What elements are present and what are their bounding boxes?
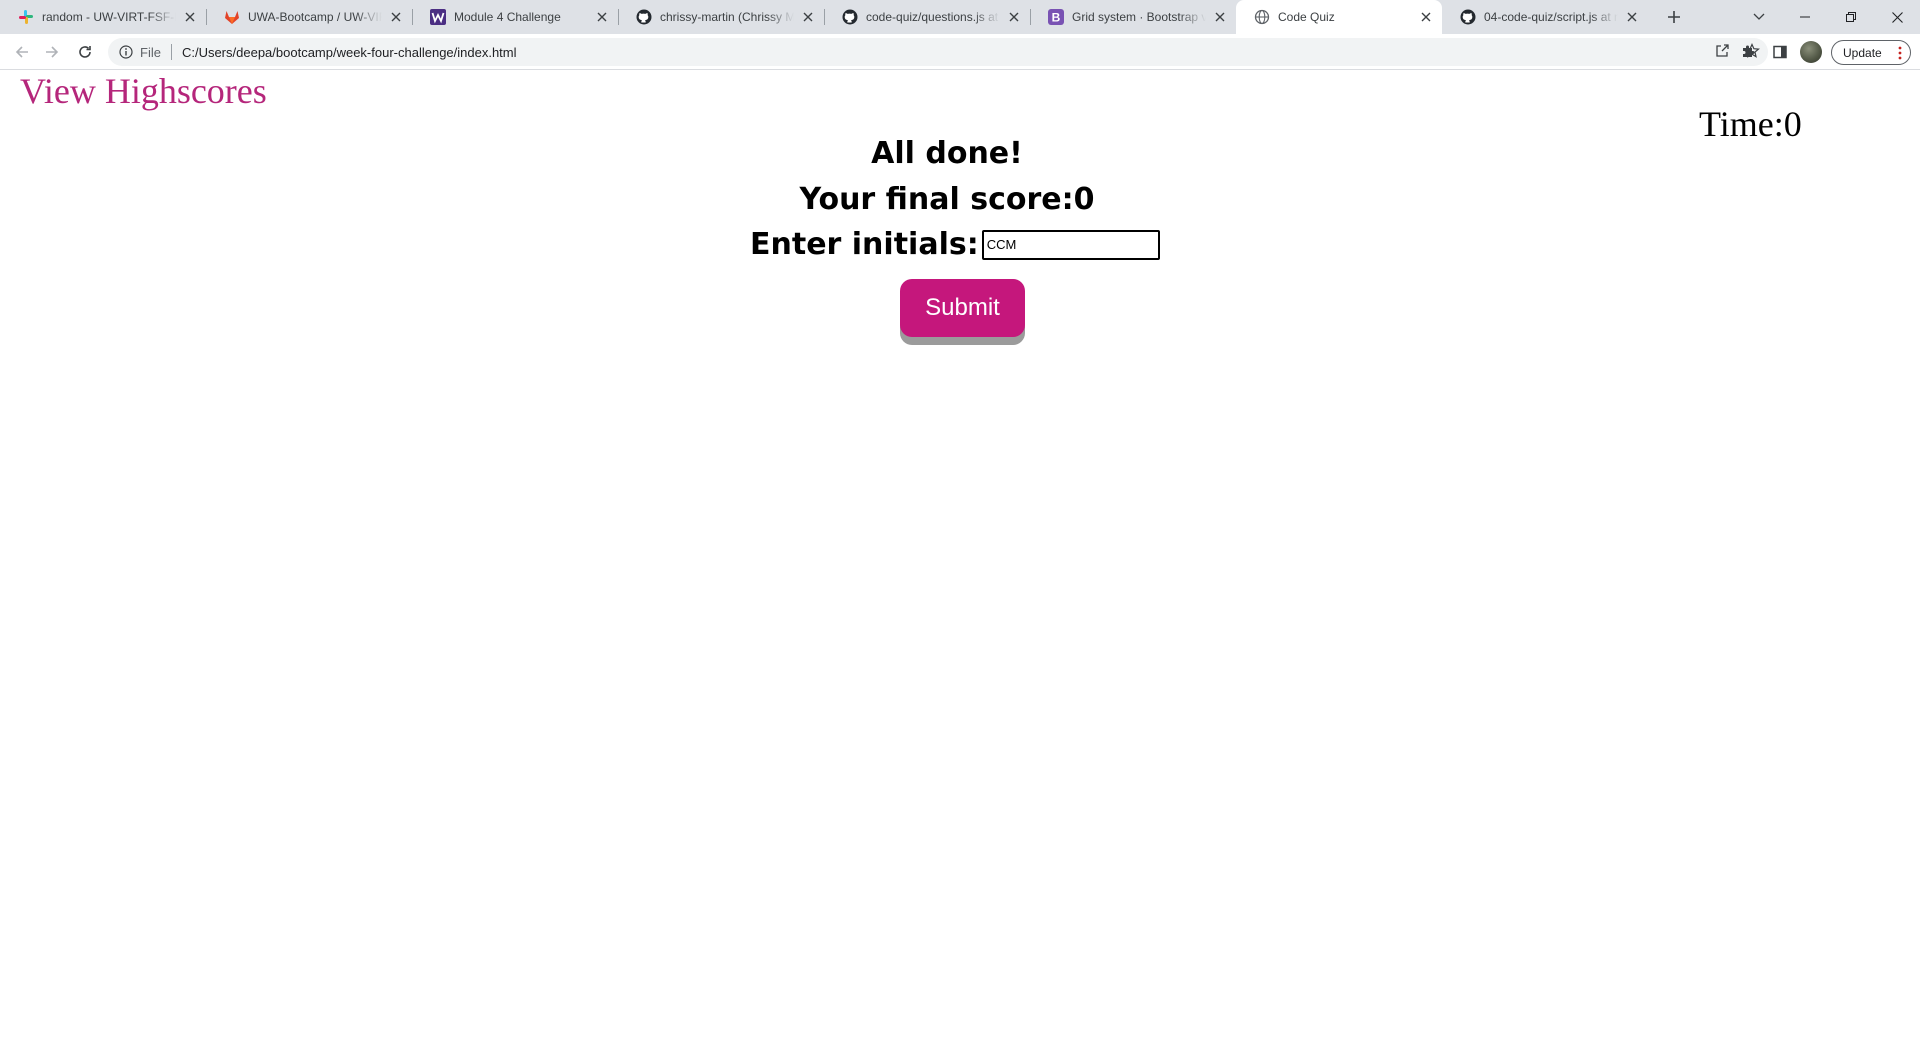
- address-bar[interactable]: File C:/Users/deepa/bootcamp/week-four-c…: [108, 38, 1768, 66]
- tab-title: chrissy-martin (Chrissy Martin): [660, 10, 794, 24]
- tab-module-challenge[interactable]: Module 4 Challenge: [412, 0, 618, 34]
- bootstrap-icon: B: [1048, 9, 1064, 25]
- share-icon[interactable]: [1714, 43, 1730, 62]
- tab-title: UWA-Bootcamp / UW-VIRT: [248, 10, 382, 24]
- github-icon: [1460, 9, 1476, 25]
- view-highscores-link[interactable]: View Highscores: [20, 70, 267, 112]
- close-icon[interactable]: [1418, 9, 1434, 25]
- divider: [170, 44, 172, 60]
- url-text[interactable]: C:/Users/deepa/bootcamp/week-four-challe…: [182, 45, 517, 60]
- initials-label: Enter initials:: [750, 227, 979, 262]
- back-button[interactable]: [8, 38, 36, 66]
- side-panel-button[interactable]: [1766, 38, 1794, 66]
- final-score-value: 0: [1073, 182, 1095, 217]
- reload-button[interactable]: [71, 38, 99, 66]
- tab-github-profile[interactable]: chrissy-martin (Chrissy Martin): [618, 0, 824, 34]
- tab-bootstrap[interactable]: B Grid system · Bootstrap v5: [1030, 0, 1236, 34]
- submit-button[interactable]: Submit: [900, 279, 1025, 337]
- tab-github-questions[interactable]: code-quiz/questions.js at main: [824, 0, 1030, 34]
- quiz-done-heading: All done!: [871, 136, 1023, 171]
- w-icon: [430, 9, 446, 25]
- forward-button[interactable]: [38, 38, 66, 66]
- chevron-down-icon: [1753, 13, 1765, 20]
- tab-code-quiz[interactable]: Code Quiz: [1236, 0, 1442, 34]
- globe-icon: [1254, 9, 1270, 25]
- svg-text:B: B: [1052, 11, 1061, 25]
- tab-title: Module 4 Challenge: [454, 10, 561, 24]
- final-score-label: Your final score:: [799, 182, 1074, 217]
- url-scheme: File: [140, 44, 161, 60]
- final-score: Your final score:0: [0, 182, 1894, 217]
- browser-toolbar: File C:/Users/deepa/bootcamp/week-four-c…: [0, 34, 1920, 70]
- close-icon[interactable]: [182, 9, 198, 25]
- close-icon: [1891, 11, 1903, 23]
- initials-input[interactable]: [981, 229, 1160, 260]
- info-icon[interactable]: [118, 44, 134, 60]
- close-icon[interactable]: [388, 9, 404, 25]
- tab-gitlab[interactable]: UWA-Bootcamp / UW-VIRT: [206, 0, 412, 34]
- slack-icon: [18, 9, 34, 25]
- tab-title: Grid system · Bootstrap v5: [1072, 10, 1206, 24]
- puzzle-icon: [1743, 45, 1755, 57]
- page-viewport: View Highscores Time:0 All done! Your fi…: [0, 71, 1920, 1040]
- close-icon[interactable]: [1624, 9, 1640, 25]
- tab-title: random - UW-VIRT-FSF-PT: [42, 10, 176, 24]
- update-button[interactable]: Update: [1831, 40, 1911, 65]
- profile-avatar[interactable]: [1800, 41, 1822, 63]
- minimize-icon: [1800, 16, 1810, 18]
- tab-slack[interactable]: random - UW-VIRT-FSF-PT: [0, 0, 206, 34]
- close-icon[interactable]: [594, 9, 610, 25]
- tab-title: 04-code-quiz/script.js at main: [1484, 10, 1618, 24]
- github-icon: [636, 9, 652, 25]
- update-label: Update: [1843, 45, 1882, 60]
- tab-search-button[interactable]: [1736, 0, 1782, 34]
- plus-icon: [1668, 11, 1680, 23]
- github-icon: [842, 9, 858, 25]
- extensions-button[interactable]: [1734, 38, 1762, 66]
- close-icon[interactable]: [1212, 9, 1228, 25]
- arrow-right-icon: [46, 46, 59, 58]
- reload-icon: [79, 46, 91, 58]
- gitlab-icon: [224, 9, 240, 25]
- more-vert-icon: [1898, 46, 1902, 63]
- close-window-button[interactable]: [1874, 0, 1920, 34]
- restore-icon: [1846, 12, 1856, 22]
- minimize-button[interactable]: [1782, 0, 1828, 34]
- close-icon[interactable]: [800, 9, 816, 25]
- tab-title: Code Quiz: [1278, 10, 1335, 24]
- tab-strip: random - UW-VIRT-FSF-PT UWA-Bootcamp / U…: [0, 0, 1920, 34]
- new-tab-button[interactable]: [1660, 3, 1688, 31]
- restore-button[interactable]: [1828, 0, 1874, 34]
- tab-github-script[interactable]: 04-code-quiz/script.js at main: [1442, 0, 1648, 34]
- initials-row: Enter initials:: [750, 227, 1160, 262]
- side-panel-icon: [1773, 45, 1787, 59]
- close-icon[interactable]: [1006, 9, 1022, 25]
- tab-title: code-quiz/questions.js at main: [866, 10, 1000, 24]
- arrow-left-icon: [15, 46, 28, 58]
